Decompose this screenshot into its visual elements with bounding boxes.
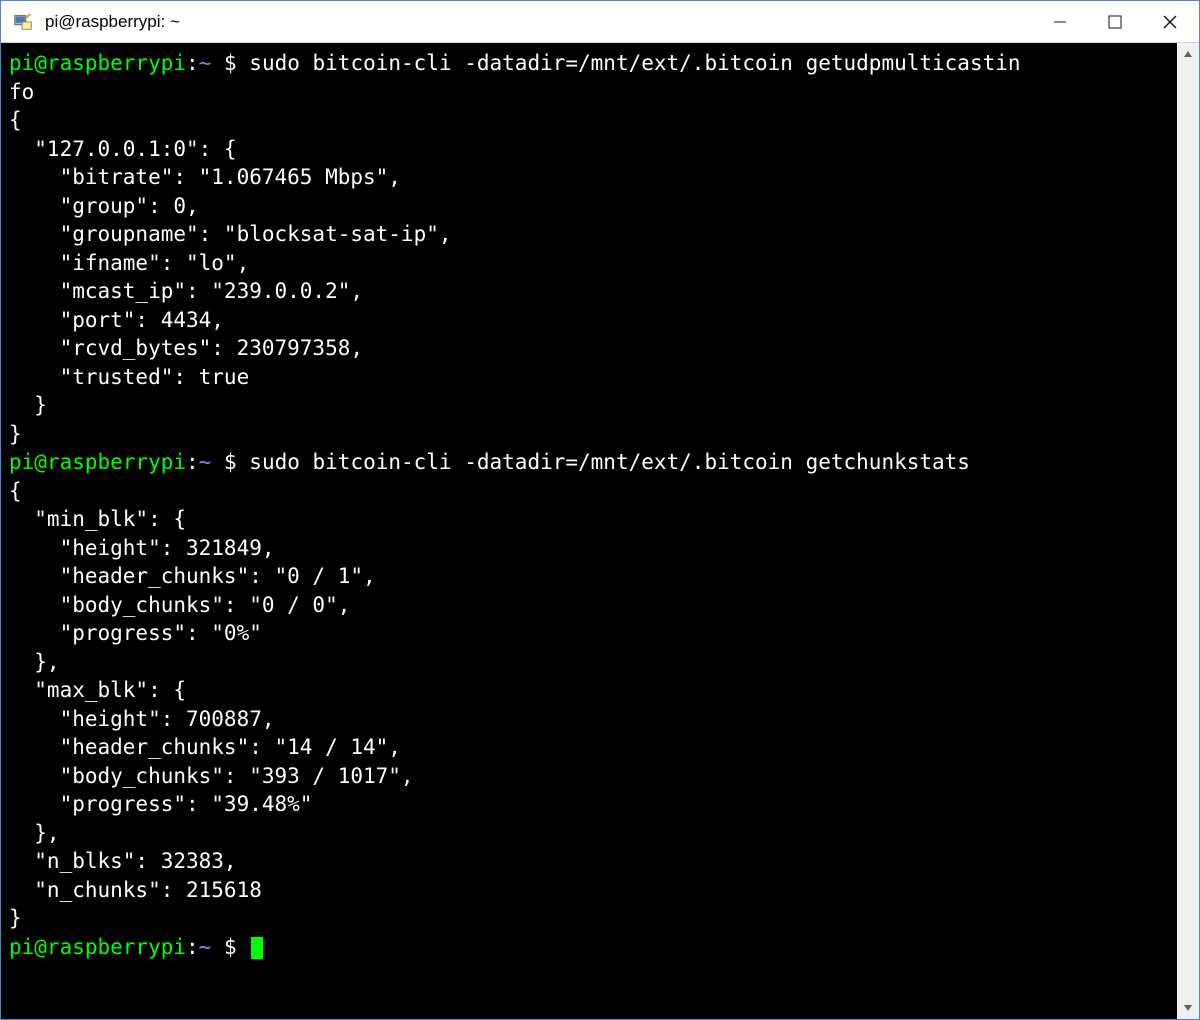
output-line: "n_chunks": 215618 — [9, 878, 262, 902]
close-button[interactable] — [1142, 1, 1197, 42]
window-titlebar: pi@raspberrypi: ~ — [1, 1, 1199, 43]
command-text: sudo bitcoin-cli -datadir=/mnt/ext/.bitc… — [249, 51, 1020, 75]
command-wrap: fo — [9, 80, 34, 104]
output-line: "rcvd_bytes": 230797358, — [9, 336, 363, 360]
output-line: "port": 4434, — [9, 308, 224, 332]
putty-icon — [11, 10, 35, 34]
output-line: "n_blks": 32383, — [9, 849, 237, 873]
prompt-symbol: $ — [224, 935, 237, 959]
output-line: "progress": "39.48%" — [9, 792, 312, 816]
output-line: } — [9, 393, 47, 417]
output-line: { — [9, 108, 22, 132]
output-line: "ifname": "lo", — [9, 251, 249, 275]
output-line: } — [9, 906, 22, 930]
output-line: "header_chunks": "0 / 1", — [9, 564, 376, 588]
scrollbar-down-icon[interactable] — [1179, 999, 1197, 1017]
maximize-button[interactable] — [1087, 1, 1142, 42]
output-line: }, — [9, 821, 60, 845]
output-line: "bitrate": "1.067465 Mbps", — [9, 165, 401, 189]
output-line: "max_blk": { — [9, 678, 186, 702]
output-line: "127.0.0.1:0": { — [9, 137, 237, 161]
prompt-path: ~ — [199, 51, 212, 75]
output-line: "body_chunks": "0 / 0", — [9, 593, 350, 617]
minimize-button[interactable] — [1032, 1, 1087, 42]
terminal[interactable]: pi@raspberrypi:~ $ sudo bitcoin-cli -dat… — [1, 43, 1177, 1019]
output-line: "body_chunks": "393 / 1017", — [9, 764, 414, 788]
output-line: "progress": "0%" — [9, 621, 262, 645]
output-line: "group": 0, — [9, 194, 199, 218]
output-line: "header_chunks": "14 / 14", — [9, 735, 401, 759]
scrollbar[interactable] — [1177, 43, 1199, 1019]
prompt-symbol: $ — [224, 51, 237, 75]
prompt-user-host: pi@raspberrypi — [9, 51, 186, 75]
prompt-user-host: pi@raspberrypi — [9, 935, 186, 959]
terminal-container: pi@raspberrypi:~ $ sudo bitcoin-cli -dat… — [1, 43, 1199, 1019]
window-controls — [1032, 1, 1197, 42]
output-line: "mcast_ip": "239.0.0.2", — [9, 279, 363, 303]
terminal-cursor — [251, 937, 263, 959]
output-line: "groupname": "blocksat-sat-ip", — [9, 222, 452, 246]
prompt-colon: : — [186, 935, 199, 959]
scrollbar-up-icon[interactable] — [1179, 45, 1197, 63]
output-line: "height": 321849, — [9, 536, 275, 560]
prompt-path: ~ — [199, 450, 212, 474]
prompt-colon: : — [186, 450, 199, 474]
output-line: "min_blk": { — [9, 507, 186, 531]
prompt-colon: : — [186, 51, 199, 75]
output-line: } — [9, 422, 22, 446]
output-line: "trusted": true — [9, 365, 249, 389]
prompt-user-host: pi@raspberrypi — [9, 450, 186, 474]
command-text: sudo bitcoin-cli -datadir=/mnt/ext/.bitc… — [249, 450, 970, 474]
window-title: pi@raspberrypi: ~ — [45, 12, 1032, 32]
prompt-path: ~ — [199, 935, 212, 959]
output-line: }, — [9, 650, 60, 674]
output-line: "height": 700887, — [9, 707, 275, 731]
prompt-symbol: $ — [224, 450, 237, 474]
output-line: { — [9, 479, 22, 503]
